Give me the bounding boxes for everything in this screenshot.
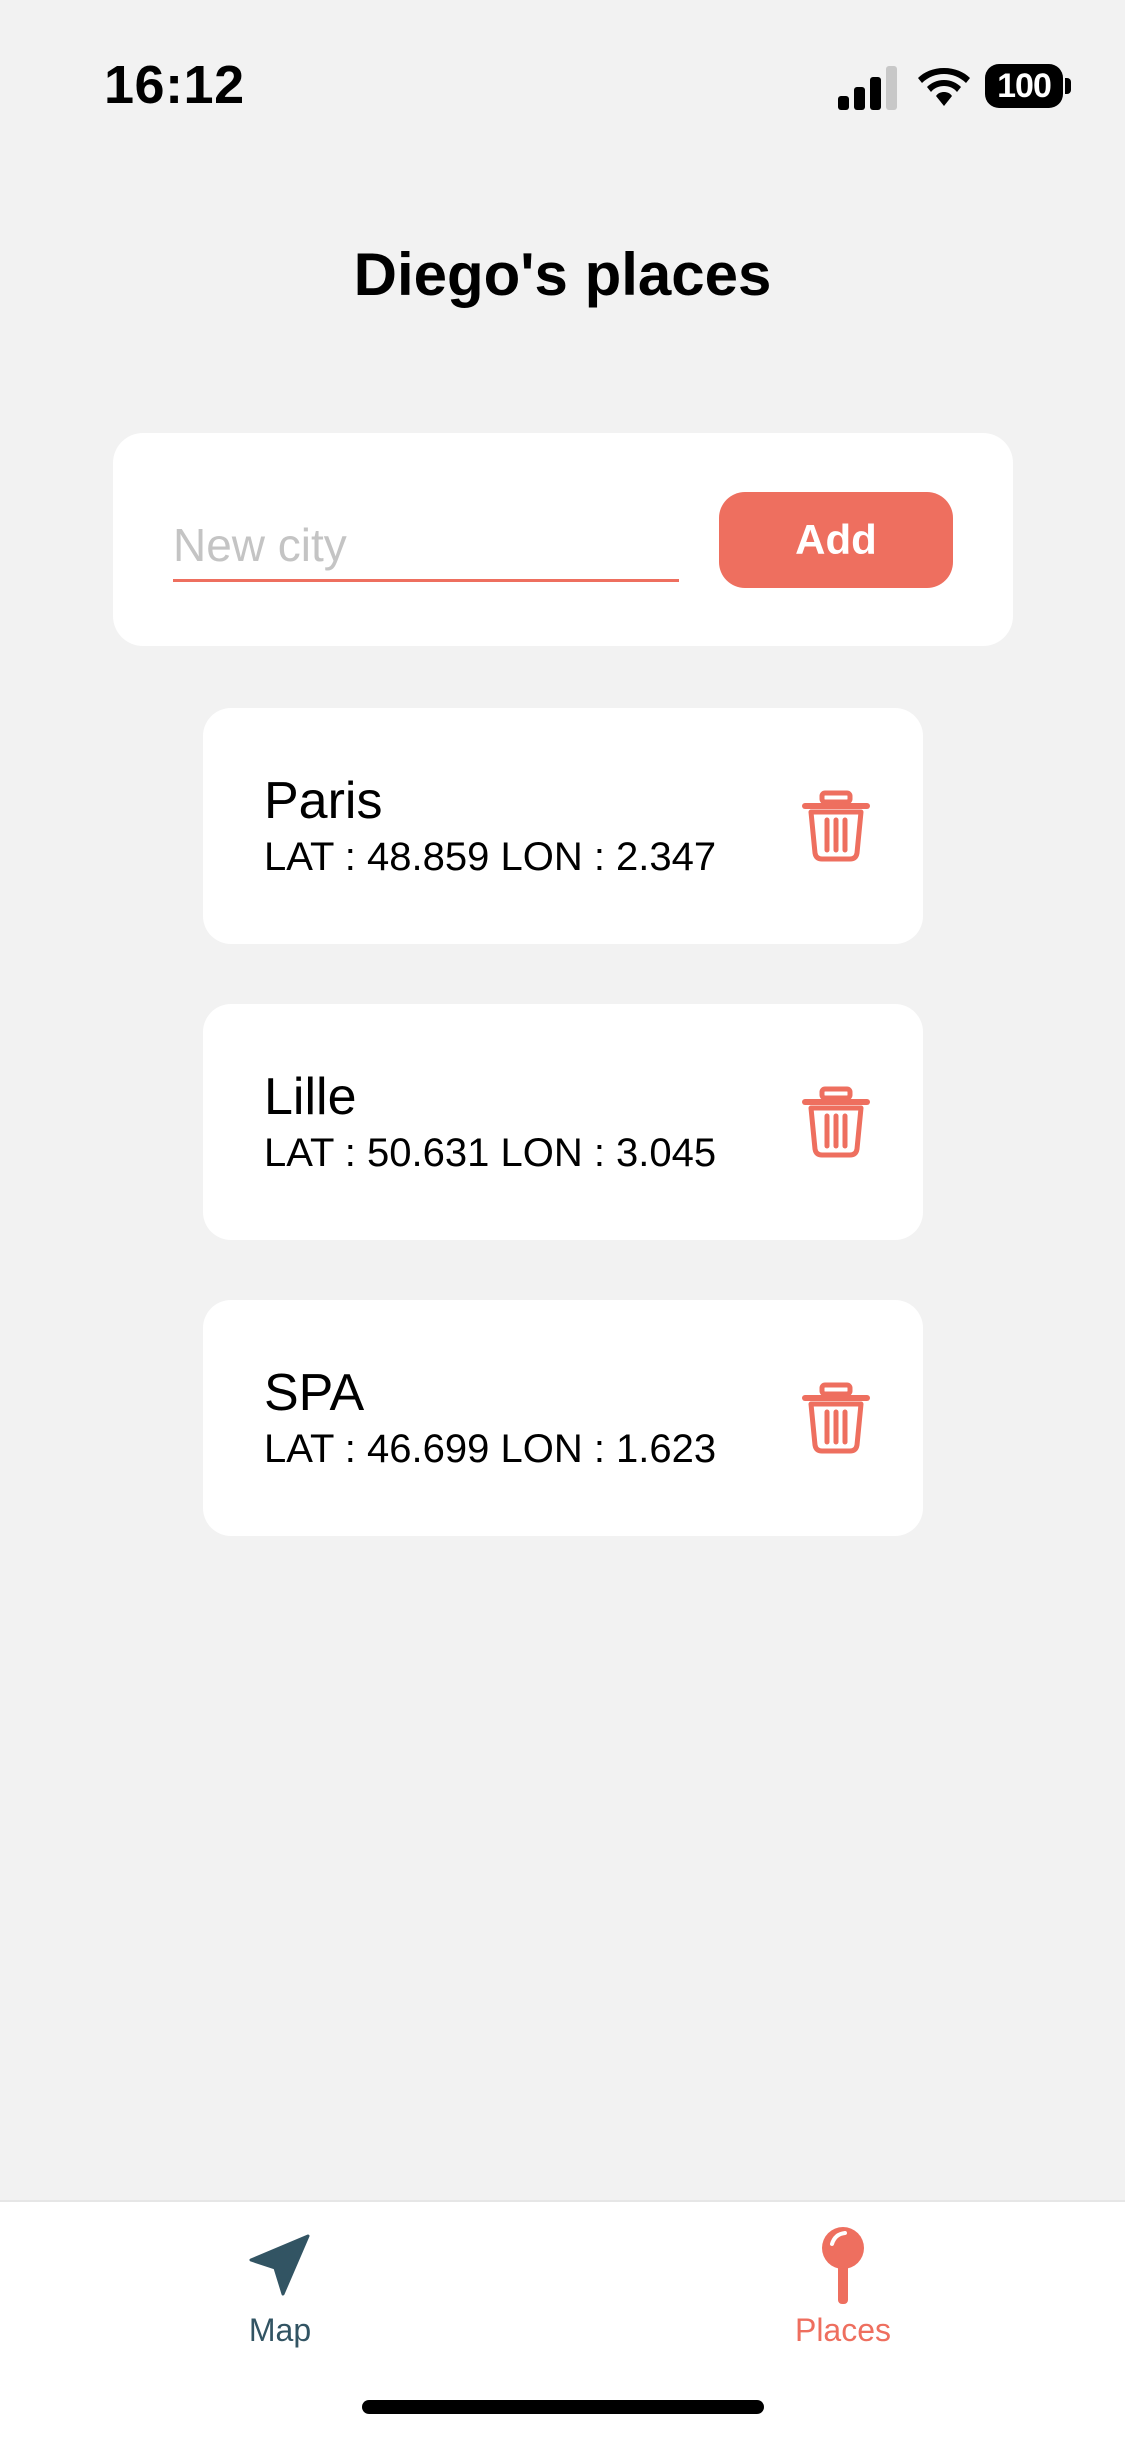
navigation-arrow-icon [249,2234,310,2296]
add-city-card: Add [113,433,1013,646]
place-coords: LAT : 50.631 LON : 3.045 [264,1131,717,1175]
wifi-icon [918,68,970,106]
battery-level: 100 [985,64,1063,108]
page-title: Diego's places [353,241,772,308]
cellular-signal-icon [838,66,897,110]
tab-map[interactable]: Map [130,2202,430,2362]
trash-icon[interactable] [801,1382,871,1454]
battery-icon: 100 [985,64,1071,108]
home-indicator [362,2400,764,2414]
tab-label-map: Map [248,2312,312,2348]
tab-places[interactable]: Places [693,2202,993,2362]
place-coords: LAT : 48.859 LON : 2.347 [264,835,717,879]
trash-icon[interactable] [801,790,871,862]
place-card: SPA LAT : 46.699 LON : 1.623 [203,1300,923,1536]
place-coords: LAT : 46.699 LON : 1.623 [264,1427,717,1471]
new-city-input[interactable] [173,511,679,582]
add-button[interactable]: Add [719,492,953,588]
place-card: Paris LAT : 48.859 LON : 2.347 [203,708,923,944]
tab-label-places: Places [794,2312,892,2348]
place-name: Lille [264,1068,357,1126]
status-time: 16:12 [104,55,245,115]
place-name: SPA [264,1364,365,1422]
battery-tip [1065,78,1071,94]
place-card: Lille LAT : 50.631 LON : 3.045 [203,1004,923,1240]
trash-icon[interactable] [801,1086,871,1158]
status-bar: 16:12 100 [0,0,1125,150]
place-name: Paris [264,772,383,830]
map-pin-icon [822,2227,864,2304]
